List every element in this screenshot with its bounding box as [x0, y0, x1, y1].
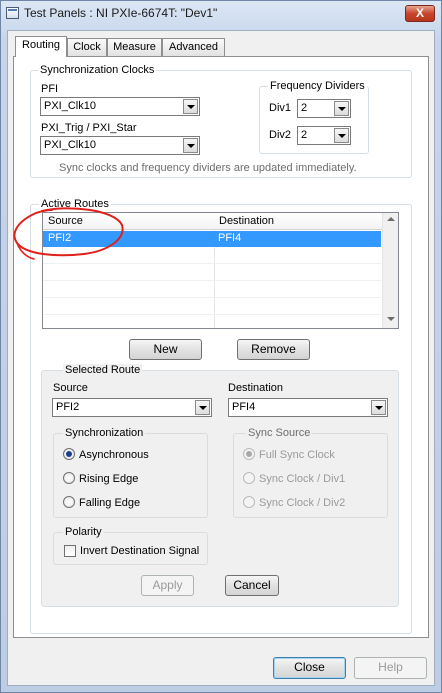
- sync-rising-edge-label: Rising Edge: [79, 473, 139, 485]
- sync-source-group-label: Sync Source: [246, 427, 313, 439]
- div2-label: Div2: [269, 129, 292, 141]
- route-source-label: Source: [53, 382, 88, 394]
- pxi-trig-label: PXI_Trig / PXI_Star: [41, 122, 137, 134]
- sync-clock-div2-label: Sync Clock / Div2: [259, 497, 346, 509]
- div1-select[interactable]: 2: [297, 99, 351, 118]
- route-destination-value: PFI4: [232, 401, 256, 413]
- pfi-clock-value: PXI_Clk10: [44, 100, 96, 112]
- apply-button[interactable]: Apply: [141, 575, 194, 596]
- polarity-group-label: Polarity: [63, 526, 104, 538]
- invert-destination-label: Invert Destination Signal: [80, 545, 200, 557]
- sync-rising-edge-radio[interactable]: [63, 472, 75, 484]
- routes-list-scrollbar[interactable]: [382, 213, 398, 328]
- new-route-button[interactable]: New: [129, 339, 202, 360]
- sync-falling-edge-label: Falling Edge: [79, 497, 141, 509]
- app-window-icon: [6, 7, 19, 19]
- tab-routing[interactable]: Routing: [15, 36, 67, 57]
- selected-route-label: Selected Route: [63, 364, 143, 376]
- tab-clock[interactable]: Clock: [67, 38, 107, 56]
- route-destination-label: Destination: [228, 382, 284, 394]
- scroll-up-arrow-icon[interactable]: [387, 217, 395, 221]
- route-destination-select[interactable]: PFI4: [228, 398, 388, 417]
- full-sync-clock-label: Full Sync Clock: [259, 449, 335, 461]
- route-source-select[interactable]: PFI2: [52, 398, 212, 417]
- help-button[interactable]: Help: [354, 657, 427, 679]
- chevron-down-icon[interactable]: [195, 400, 210, 415]
- invert-destination-checkbox[interactable]: [64, 545, 76, 557]
- window-title: Test Panels : NI PXIe-6674T: "Dev1": [24, 6, 218, 20]
- sync-clock-div1-radio[interactable]: [243, 472, 255, 484]
- pfi-clock-select[interactable]: PXI_Clk10: [40, 97, 200, 116]
- sync-asynchronous-radio[interactable]: [63, 448, 75, 460]
- table-row[interactable]: [43, 299, 381, 315]
- div1-label: Div1: [269, 102, 292, 114]
- div2-select[interactable]: 2: [297, 126, 351, 145]
- chevron-down-icon[interactable]: [334, 128, 349, 143]
- pfi-label: PFI: [41, 83, 59, 95]
- frequency-dividers-label: Frequency Dividers: [268, 80, 367, 92]
- sync-asynchronous-label: Asynchronous: [79, 449, 149, 461]
- sync-clock-div2-radio[interactable]: [243, 496, 255, 508]
- pxi-trig-clock-select[interactable]: PXI_Clk10: [40, 136, 200, 155]
- tab-measure[interactable]: Measure: [107, 38, 162, 56]
- synchronization-group-label: Synchronization: [63, 427, 146, 439]
- remove-route-button[interactable]: Remove: [237, 339, 310, 360]
- full-sync-clock-radio[interactable]: [243, 448, 255, 460]
- route-source-value: PFI2: [56, 401, 80, 413]
- scroll-down-arrow-icon[interactable]: [387, 317, 395, 321]
- route-destination-cell: PFI4: [218, 232, 242, 244]
- chevron-down-icon[interactable]: [183, 99, 198, 114]
- div1-value: 2: [301, 102, 308, 114]
- table-row[interactable]: [43, 282, 381, 298]
- sync-update-hint: Sync clocks and frequency dividers are u…: [59, 162, 357, 174]
- pxi-trig-clock-value: PXI_Clk10: [44, 139, 96, 151]
- annotation-circle: [13, 207, 124, 260]
- window-close-icon[interactable]: X: [405, 5, 435, 22]
- chevron-down-icon[interactable]: [334, 101, 349, 116]
- sync-clocks-group-label: Synchronization Clocks: [38, 64, 157, 76]
- sync-clock-div1-label: Sync Clock / Div1: [259, 473, 346, 485]
- tab-advanced[interactable]: Advanced: [162, 38, 225, 56]
- chevron-down-icon[interactable]: [371, 400, 386, 415]
- chevron-down-icon[interactable]: [183, 138, 198, 153]
- table-row[interactable]: [43, 265, 381, 281]
- div2-value: 2: [301, 129, 308, 141]
- sync-falling-edge-radio[interactable]: [63, 496, 75, 508]
- column-header-destination[interactable]: Destination: [214, 213, 382, 230]
- cancel-button[interactable]: Cancel: [225, 575, 279, 596]
- close-button[interactable]: Close: [273, 657, 346, 679]
